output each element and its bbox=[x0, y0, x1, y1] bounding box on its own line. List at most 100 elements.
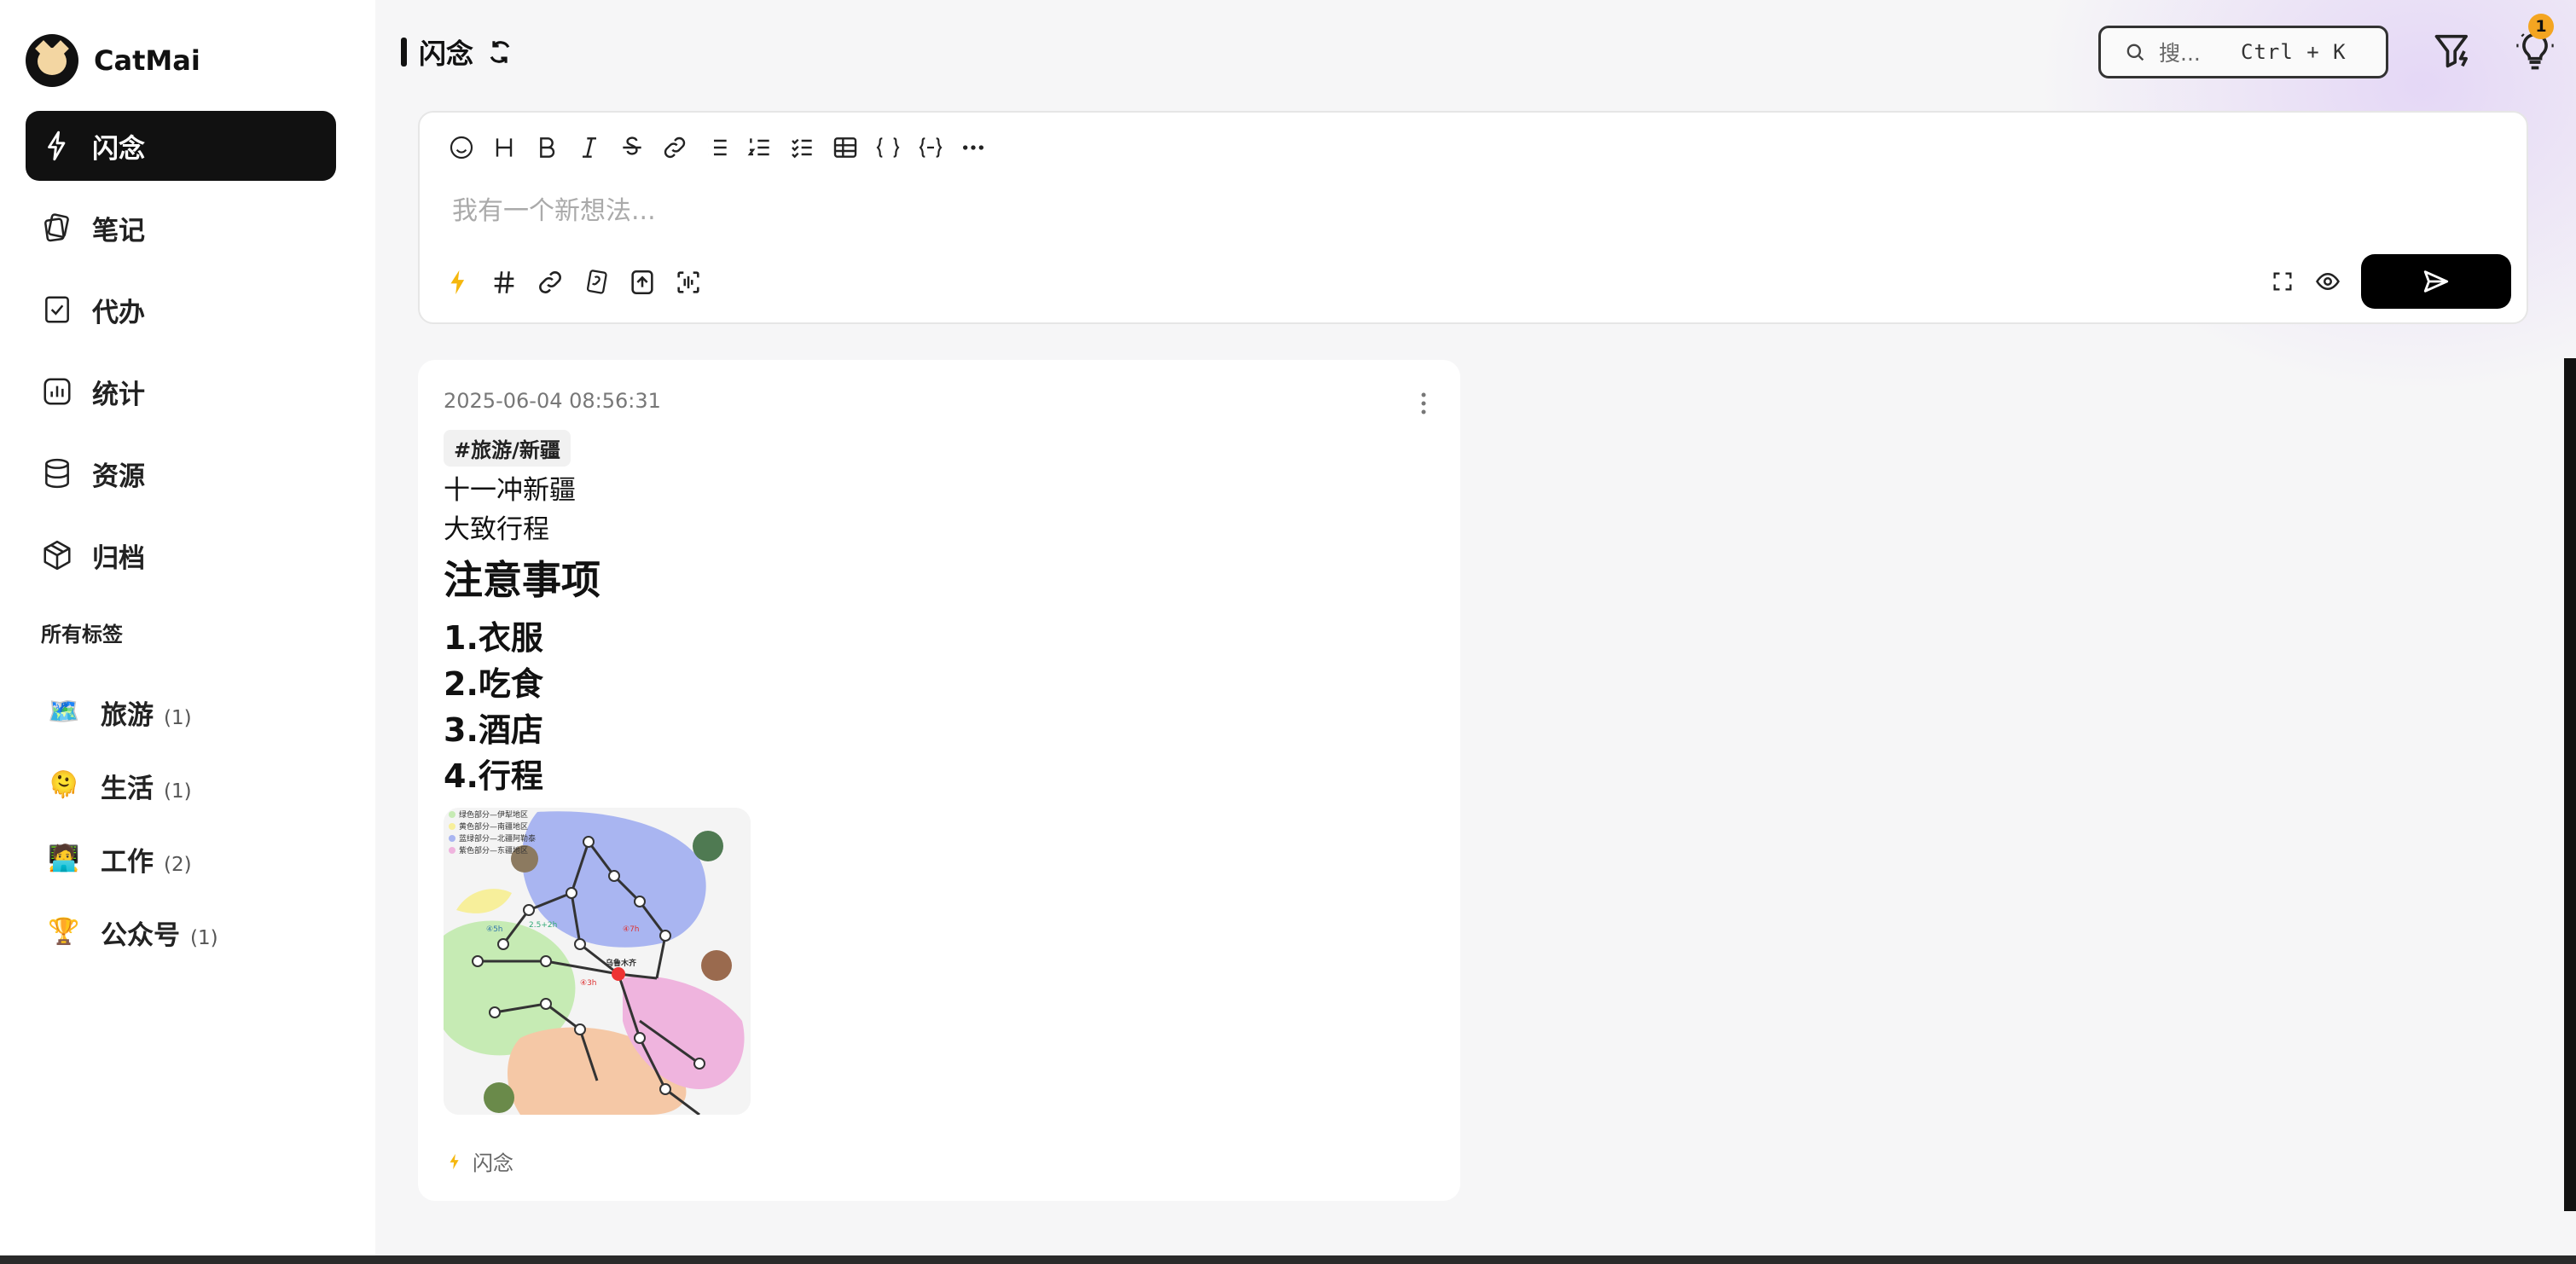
page-title: 闪念 bbox=[401, 32, 514, 72]
bold-button[interactable] bbox=[531, 131, 563, 164]
more-vertical-icon[interactable] bbox=[1419, 391, 1428, 416]
memo-list-item: 3.酒店 bbox=[444, 711, 543, 749]
upload-button[interactable] bbox=[626, 266, 659, 299]
strikethrough-icon bbox=[623, 136, 641, 155]
memo-content: #旅游/新疆 十一冲新疆 大致行程 注意事项 1.衣服 2.吃食 3.酒店 4.… bbox=[444, 430, 1382, 1115]
ordered-list-button[interactable] bbox=[744, 131, 776, 164]
table-icon bbox=[833, 137, 857, 158]
database-icon bbox=[45, 458, 69, 489]
hashtag-button[interactable] bbox=[488, 266, 520, 299]
link-icon bbox=[539, 271, 561, 293]
send-button[interactable] bbox=[2361, 254, 2511, 309]
trophy-icon: 🏆 bbox=[48, 917, 80, 947]
task-list-button[interactable] bbox=[786, 131, 819, 164]
page-title-text: 闪念 bbox=[419, 38, 474, 70]
memo-type-label: 闪念 bbox=[473, 1151, 513, 1175]
tag-count: (1) bbox=[164, 706, 192, 729]
memo-editor[interactable]: 我有一个新想法... bbox=[418, 111, 2528, 324]
map-label-7h: ④7h bbox=[623, 925, 640, 934]
tag-label: 公众号 bbox=[101, 919, 180, 951]
sidebar-item-todo[interactable]: 代办 bbox=[26, 275, 336, 345]
map-label-2-5h: 2.5+2h bbox=[529, 921, 557, 930]
sidebar-item-stats[interactable]: 统计 bbox=[26, 357, 336, 426]
sidebar-item-label: 归档 bbox=[92, 542, 145, 574]
map-emoji-icon: 🗺️ bbox=[48, 697, 80, 727]
bolt-icon bbox=[48, 130, 66, 161]
bolt-icon bbox=[450, 1153, 459, 1169]
stats-icon bbox=[44, 378, 71, 405]
map-label-3h: ④3h bbox=[580, 979, 597, 988]
search-box[interactable]: 搜... Ctrl + K bbox=[2098, 26, 2388, 78]
tag-item-work[interactable]: 🧑‍💻 工作 (2) bbox=[48, 822, 218, 896]
memo-list-item: 1.衣服 bbox=[444, 619, 543, 657]
sidebar-item-label: 统计 bbox=[92, 379, 145, 410]
map-legend-purple: 紫色部分—东疆地区 bbox=[459, 845, 528, 855]
heading-button[interactable] bbox=[488, 131, 520, 164]
bullet-list-icon bbox=[708, 139, 727, 156]
flash-type-button[interactable] bbox=[442, 266, 474, 299]
technologist-icon: 🧑‍💻 bbox=[48, 844, 80, 873]
upload-icon bbox=[631, 270, 653, 295]
tag-count: (1) bbox=[190, 926, 218, 949]
map-label-urumqi: 乌鲁木齐 bbox=[606, 958, 637, 968]
app-name: CatMai bbox=[94, 44, 200, 77]
tag-item-travel[interactable]: 🗺️ 旅游 (1) bbox=[48, 675, 218, 749]
link-button[interactable] bbox=[659, 131, 691, 164]
search-placeholder: 搜... bbox=[2159, 41, 2201, 66]
code-block-button[interactable] bbox=[914, 131, 947, 164]
map-legend-yellow: 黄色部分—南疆地区 bbox=[459, 821, 528, 832]
memo-line: 十一冲新疆 bbox=[444, 475, 576, 506]
catmai-logo bbox=[26, 34, 78, 87]
code-block-icon bbox=[919, 137, 943, 158]
todo-icon bbox=[45, 296, 69, 323]
inline-code-button[interactable] bbox=[872, 131, 904, 164]
memo-line: 大致行程 bbox=[444, 514, 549, 545]
task-list-icon bbox=[792, 138, 812, 159]
table-button[interactable] bbox=[829, 131, 862, 164]
smile-icon bbox=[450, 136, 473, 159]
map-label-5h: ④5h bbox=[486, 925, 503, 934]
main-panel: 闪念 搜... Ctrl + K 1 我有一个新想法... 2025-06-04… bbox=[375, 0, 2576, 1264]
filter-bolt-icon[interactable] bbox=[2431, 29, 2475, 73]
bold-icon bbox=[540, 137, 555, 158]
insert-link-button[interactable] bbox=[534, 266, 566, 299]
sidebar-item-resources[interactable]: 资源 bbox=[26, 438, 336, 508]
scrollbar[interactable] bbox=[2564, 358, 2576, 1211]
sidebar: CatMai 闪念 笔记 代办 统计 资源 归档 所有标签 🗺️ 旅游 (1) … bbox=[0, 0, 375, 1264]
memo-image-map[interactable]: 绿色部分—伊犁地区 黄色部分—南疆地区 蓝绿部分—北疆阿勒泰 紫色部分—东疆地区… bbox=[444, 808, 751, 1115]
tag-item-official-account[interactable]: 🏆 公众号 (1) bbox=[48, 896, 218, 969]
voice-button[interactable] bbox=[672, 266, 705, 299]
heading-icon bbox=[496, 138, 513, 157]
bullet-list-button[interactable] bbox=[701, 131, 734, 164]
xinjiang-route-map: 绿色部分—伊犁地区 黄色部分—南疆地区 蓝绿部分—北疆阿勒泰 紫色部分—东疆地区… bbox=[444, 808, 751, 1115]
link-icon bbox=[664, 136, 686, 159]
memo-card[interactable]: 2025-06-04 08:56:31 #旅游/新疆 十一冲新疆 大致行程 注意… bbox=[418, 360, 1460, 1201]
map-legend-blue: 蓝绿部分—北疆阿勒泰 bbox=[459, 833, 536, 844]
archive-icon bbox=[44, 540, 71, 571]
tag-count: (1) bbox=[164, 780, 192, 803]
italic-button[interactable] bbox=[573, 131, 606, 164]
strikethrough-button[interactable] bbox=[616, 131, 648, 164]
search-shortcut: Ctrl + K bbox=[2241, 40, 2347, 64]
italic-icon bbox=[583, 137, 596, 158]
memo-footer: 闪念 bbox=[445, 1146, 513, 1176]
reference-button[interactable] bbox=[580, 266, 612, 299]
brand[interactable]: CatMai bbox=[26, 34, 200, 87]
refresh-icon[interactable] bbox=[485, 38, 514, 67]
tag-item-life[interactable]: 🫠 生活 (1) bbox=[48, 749, 218, 822]
tag-count: (2) bbox=[164, 853, 192, 876]
tag-list: 🗺️ 旅游 (1) 🫠 生活 (1) 🧑‍💻 工作 (2) 🏆 公众号 (1) bbox=[48, 675, 218, 969]
search-icon bbox=[2126, 43, 2144, 61]
sidebar-item-archive[interactable]: 归档 bbox=[26, 520, 336, 590]
notification-badge: 1 bbox=[2528, 14, 2554, 39]
preview-eye-icon[interactable] bbox=[2315, 269, 2341, 294]
fullscreen-icon[interactable] bbox=[2271, 270, 2295, 293]
more-button[interactable] bbox=[957, 131, 989, 164]
memo-hashtag[interactable]: #旅游/新疆 bbox=[444, 430, 571, 467]
editor-actions bbox=[2271, 254, 2511, 309]
memo-input[interactable]: 我有一个新想法... bbox=[452, 189, 656, 227]
sidebar-item-flash[interactable]: 闪念 bbox=[26, 111, 336, 181]
sidebar-item-label: 代办 bbox=[92, 297, 145, 328]
sidebar-item-notes[interactable]: 笔记 bbox=[26, 193, 336, 263]
emoji-button[interactable] bbox=[445, 131, 478, 164]
